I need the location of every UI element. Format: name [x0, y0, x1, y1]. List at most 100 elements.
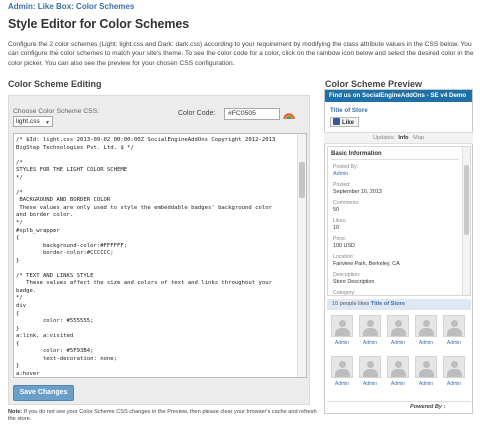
liker-avatar[interactable]	[443, 356, 465, 378]
info-field-value: September 16, 2013	[333, 188, 382, 195]
avatar-head-shape	[423, 320, 430, 327]
thumbs-up-icon	[333, 118, 340, 125]
avatar-body-shape	[335, 369, 350, 377]
breadcrumb: Admin: Like Box: Color Schemes	[8, 2, 134, 11]
info-field-label: Comments:	[333, 200, 360, 206]
preview-footer-divider	[327, 401, 471, 402]
tab-map[interactable]: Map	[413, 135, 424, 141]
code-scrollbar-thumb[interactable]	[299, 162, 305, 198]
preview-heading: Color Scheme Preview	[325, 79, 423, 89]
info-field: Likes: 10	[333, 218, 459, 231]
liker-name[interactable]: Admin	[383, 340, 413, 346]
info-field-value: 100 USD	[333, 242, 355, 249]
liker-avatar[interactable]	[387, 356, 409, 378]
avatar-body-shape	[335, 328, 350, 336]
info-scrollbar-thumb[interactable]	[464, 165, 469, 235]
info-field-label: Price:	[333, 236, 347, 242]
breadcrumb-like-box[interactable]: Like Box	[38, 2, 71, 11]
preview-header: Find us on SocialEngineAddOns - SE v4 De…	[325, 90, 472, 102]
likes-store-name[interactable]: Title of Store	[371, 301, 405, 307]
save-changes-button[interactable]: Save Changes	[13, 385, 74, 401]
avatar-body-shape	[447, 369, 462, 377]
info-field-label: Likes:	[333, 218, 347, 224]
info-field: Posted By: Admin	[333, 164, 459, 177]
liker-avatar[interactable]	[415, 356, 437, 378]
liker-avatar[interactable]	[331, 315, 353, 337]
liker-name[interactable]: Admin	[327, 381, 357, 387]
avatar-head-shape	[367, 361, 374, 368]
liker-name[interactable]: Admin	[355, 381, 385, 387]
avatar-head-shape	[339, 320, 346, 327]
tab-updates[interactable]: Updates	[373, 135, 394, 141]
info-field-value[interactable]: Admin	[333, 171, 459, 178]
liker-name[interactable]: Admin	[355, 340, 385, 346]
choose-scheme-label: Choose Color Scheme CSS:	[13, 108, 100, 115]
color-code-input[interactable]: #FC0505	[224, 108, 280, 120]
liker-name[interactable]: Admin	[327, 340, 357, 346]
css-code-text: /* $Id: light.css 2013-09-02 00:00:00Z S…	[16, 137, 276, 377]
preview-tabs: Updates Info Map	[324, 132, 473, 144]
liker-name[interactable]: Admin	[411, 381, 441, 387]
powered-by: Powered By :	[410, 404, 446, 410]
breadcrumb-color-schemes[interactable]: Color Schemes	[76, 2, 134, 11]
info-scrollbar[interactable]	[462, 147, 470, 295]
like-button[interactable]: Like	[330, 117, 359, 127]
avatar-body-shape	[419, 369, 434, 377]
info-field: Description: Store Description	[333, 272, 459, 285]
liker-avatar[interactable]	[415, 315, 437, 337]
liker-avatar[interactable]	[331, 356, 353, 378]
avatar-head-shape	[339, 361, 346, 368]
liker-avatar[interactable]	[359, 315, 381, 337]
info-title: Basic Information	[331, 151, 382, 157]
info-field-label: Description:	[333, 272, 361, 278]
intro-description: Configure the 2 color schemes (Light: li…	[8, 41, 474, 67]
info-field-value: 10	[333, 224, 339, 231]
code-scrollbar[interactable]	[297, 134, 306, 377]
like-label: Like	[342, 120, 355, 126]
info-field-value: 50	[333, 206, 339, 213]
liker-name[interactable]: Admin	[439, 381, 469, 387]
liker-name[interactable]: Admin	[383, 381, 413, 387]
editor-heading: Color Scheme Editing	[8, 79, 102, 89]
info-field: Comments: 50	[333, 200, 459, 213]
info-field: Posted: September 16, 2013	[333, 182, 459, 195]
avatar-head-shape	[451, 320, 458, 327]
tab-info[interactable]: Info	[398, 135, 408, 141]
likes-count-text: 10 people likes	[332, 301, 370, 307]
color-scheme-select[interactable]: light.css ▼	[13, 116, 53, 127]
color-code-label: Color Code:	[178, 110, 216, 117]
info-field-label: Posted By:	[333, 164, 359, 170]
avatar-body-shape	[363, 328, 378, 336]
basic-info-box: Basic Information Posted By: Admin Posted:…	[327, 146, 471, 296]
liker-name[interactable]: Admin	[439, 340, 469, 346]
info-field-value: Store Description	[333, 278, 375, 285]
page-title: Style Editor for Color Schemes	[8, 17, 190, 31]
liker-avatar[interactable]	[443, 315, 465, 337]
liker-avatar[interactable]	[359, 356, 381, 378]
info-divider	[331, 159, 459, 160]
breadcrumb-separator: :	[71, 2, 74, 11]
liker-avatar[interactable]	[387, 315, 409, 337]
avatar-head-shape	[423, 361, 430, 368]
color-scheme-select-value: light.css	[16, 118, 40, 125]
avatar-head-shape	[367, 320, 374, 327]
avatar-body-shape	[419, 328, 434, 336]
rainbow-color-picker-icon[interactable]	[283, 108, 295, 120]
avatar-body-shape	[363, 369, 378, 377]
note-label: Note:	[8, 409, 23, 415]
chevron-down-icon: ▼	[45, 120, 50, 126]
info-field: Location: Fairview Park, Berkeley, CA	[333, 254, 459, 267]
breadcrumb-admin[interactable]: Admin:	[8, 2, 36, 11]
avatar-body-shape	[447, 328, 462, 336]
css-code-editor[interactable]: /* $Id: light.css 2013-09-02 00:00:00Z S…	[13, 133, 307, 378]
avatar-head-shape	[451, 361, 458, 368]
info-field-label: Location:	[333, 254, 355, 260]
store-title[interactable]: Title of Store	[330, 107, 368, 114]
cache-note: Note: If you do not see your Color Schem…	[8, 409, 318, 423]
info-field: Price: 100 USD	[333, 236, 459, 249]
info-field-label: Posted:	[333, 182, 351, 188]
preview-header-site[interactable]: SocialEngineAddOns - SE v4 Demo	[362, 92, 466, 99]
liker-name[interactable]: Admin	[411, 340, 441, 346]
avatar-head-shape	[395, 320, 402, 327]
avatar-body-shape	[391, 369, 406, 377]
